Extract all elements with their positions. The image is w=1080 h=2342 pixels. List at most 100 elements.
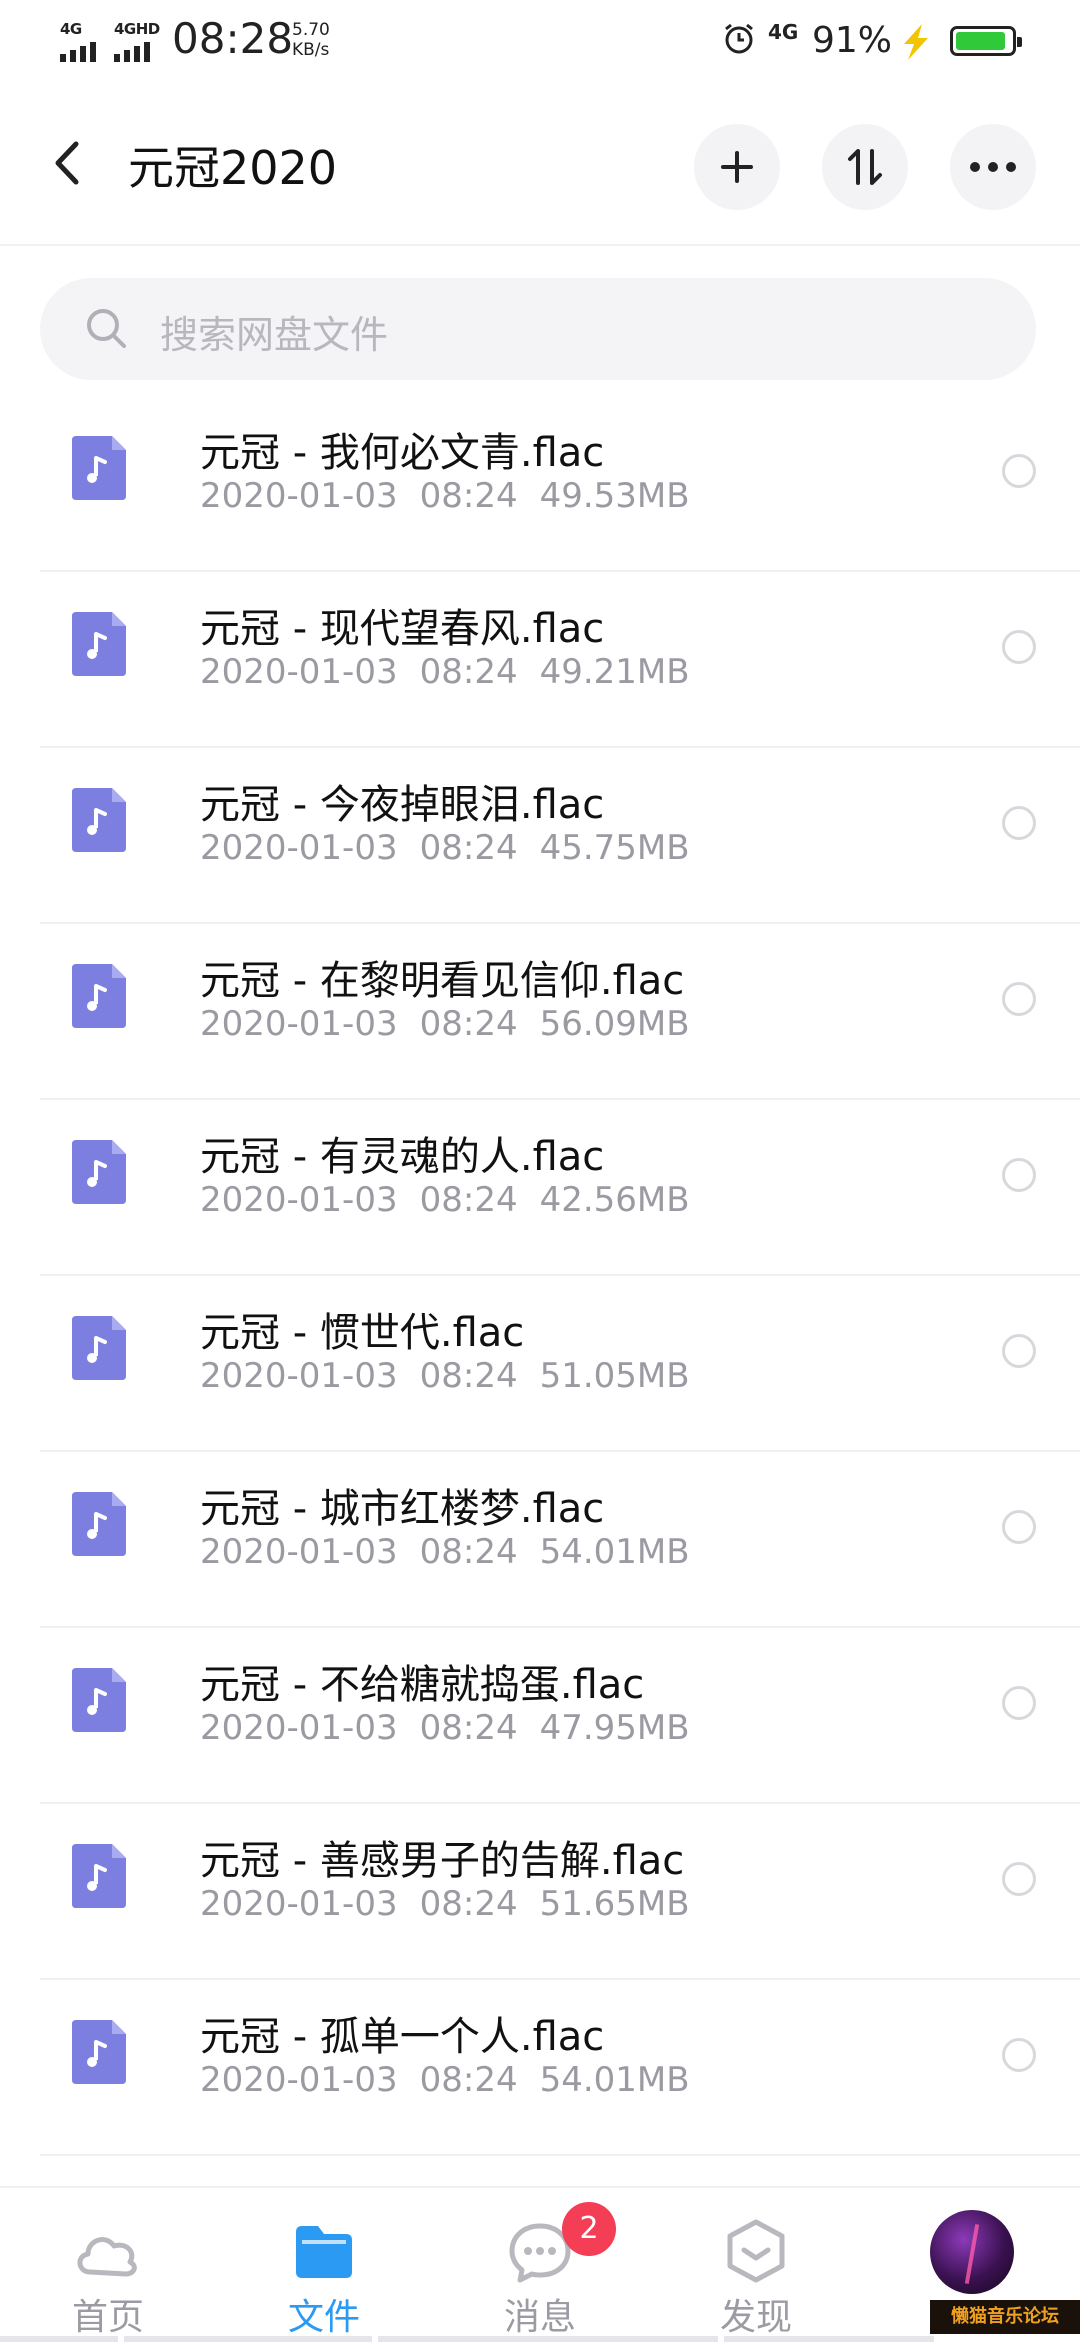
file-size: 49.53MB: [539, 476, 690, 516]
nav-files[interactable]: 文件: [254, 2188, 394, 2342]
sort-button[interactable]: [822, 124, 908, 210]
file-time: 08:24: [419, 1884, 518, 1924]
app-header: 元冠2020: [0, 84, 1080, 246]
file-time: 08:24: [419, 828, 518, 868]
select-checkbox[interactable]: [1002, 806, 1036, 840]
file-date: 2020-01-03: [200, 828, 398, 868]
more-button[interactable]: [950, 124, 1036, 210]
nav-messages-label: 消息: [503, 2297, 576, 2338]
cube-icon: [727, 2219, 785, 2283]
home-indicator: [0, 2336, 1080, 2342]
file-row[interactable]: 元冠 - 不给糖就捣蛋.flac 2020-01-03 08:24 47.95MB: [40, 1628, 1080, 1804]
file-date: 2020-01-03: [200, 476, 398, 516]
file-date: 2020-01-03: [200, 1180, 398, 1220]
file-size: 49.21MB: [539, 652, 690, 692]
select-checkbox[interactable]: [1002, 630, 1036, 664]
file-name: 元冠 - 我何必文青.flac: [200, 430, 605, 476]
file-name: 元冠 - 城市红楼梦.flac: [200, 1486, 605, 1532]
file-row[interactable]: 元冠 - 我何必文青.flac 2020-01-03 08:24 49.53MB: [40, 396, 1080, 572]
file-date: 2020-01-03: [200, 1532, 398, 1572]
file-meta: 2020-01-03 08:24 49.21MB: [200, 652, 712, 692]
plus-icon: [721, 151, 753, 183]
music-file-icon: [72, 436, 126, 500]
charging-icon: [904, 24, 928, 60]
music-file-icon: [72, 1844, 126, 1908]
add-button[interactable]: [694, 124, 780, 210]
music-file-icon: [72, 964, 126, 1028]
battery-fill: [956, 32, 1006, 50]
select-checkbox[interactable]: [1002, 1862, 1036, 1896]
music-file-icon: [72, 612, 126, 676]
nav-home[interactable]: 首页: [38, 2188, 178, 2342]
file-size: 47.95MB: [539, 1708, 690, 1748]
avatar[interactable]: [930, 2210, 1014, 2294]
select-checkbox[interactable]: [1002, 1510, 1036, 1544]
file-row[interactable]: 元冠 - 惯世代.flac 2020-01-03 08:24 51.05MB: [40, 1276, 1080, 1452]
file-time: 08:24: [419, 2060, 518, 2100]
file-name: 元冠 - 今夜掉眼泪.flac: [200, 782, 605, 828]
file-time: 08:24: [419, 476, 518, 516]
cloud-icon: [77, 2237, 137, 2277]
signal-1-label: 4G: [60, 20, 82, 38]
bottom-nav: 首页 文件 2 消息 发现 懒猫音乐论坛: [0, 2186, 1080, 2342]
signal-bars-icon: [60, 42, 96, 62]
network-type: 4G: [768, 20, 799, 44]
file-meta: 2020-01-03 08:24 54.01MB: [200, 2060, 712, 2100]
alarm-icon: [725, 23, 753, 54]
back-button[interactable]: [48, 138, 88, 188]
select-checkbox[interactable]: [1002, 454, 1036, 488]
file-meta: 2020-01-03 08:24 51.65MB: [200, 1884, 712, 1924]
file-date: 2020-01-03: [200, 1356, 398, 1396]
battery-percent: 91%: [812, 20, 893, 61]
file-row[interactable]: 元冠 - 有灵魂的人.flac 2020-01-03 08:24 42.56MB: [40, 1100, 1080, 1276]
music-file-icon: [72, 788, 126, 852]
search-icon: [87, 309, 126, 348]
file-size: 51.65MB: [539, 1884, 690, 1924]
music-file-icon: [72, 1140, 126, 1204]
file-date: 2020-01-03: [200, 1004, 398, 1044]
file-row[interactable]: 元冠 - 孤单一个人.flac 2020-01-03 08:24 54.01MB: [40, 1980, 1080, 2156]
file-row[interactable]: 元冠 - 善感男子的告解.flac 2020-01-03 08:24 51.65MB: [40, 1804, 1080, 1980]
file-meta: 2020-01-03 08:24 42.56MB: [200, 1180, 712, 1220]
file-size: 51.05MB: [539, 1356, 690, 1396]
signal-bars-icon: [114, 42, 150, 62]
nav-messages[interactable]: 2 消息: [470, 2188, 616, 2342]
file-name: 元冠 - 惯世代.flac: [200, 1310, 525, 1356]
nav-discover[interactable]: 发现: [686, 2188, 826, 2342]
select-checkbox[interactable]: [1002, 982, 1036, 1016]
select-checkbox[interactable]: [1002, 1334, 1036, 1368]
file-meta: 2020-01-03 08:24 54.01MB: [200, 1532, 712, 1572]
clock: 08:28: [172, 14, 294, 63]
file-meta: 2020-01-03 08:24 51.05MB: [200, 1356, 712, 1396]
file-row[interactable]: 元冠 - 在黎明看见信仰.flac 2020-01-03 08:24 56.09MB: [40, 924, 1080, 1100]
file-row[interactable]: 元冠 - 今夜掉眼泪.flac 2020-01-03 08:24 45.75MB: [40, 748, 1080, 924]
file-time: 08:24: [419, 1708, 518, 1748]
select-checkbox[interactable]: [1002, 1158, 1036, 1192]
status-bar: 4G 4GHD 08:28 5.70 KB/s 4G 91%: [0, 0, 1080, 84]
nav-home-label: 首页: [71, 2297, 144, 2338]
music-file-icon: [72, 1316, 126, 1380]
file-row[interactable]: 元冠 - 现代望春风.flac 2020-01-03 08:24 49.21MB: [40, 572, 1080, 748]
music-file-icon: [72, 1668, 126, 1732]
search-input[interactable]: 搜索网盘文件: [40, 278, 1036, 380]
file-meta: 2020-01-03 08:24 45.75MB: [200, 828, 712, 868]
file-name: 元冠 - 有灵魂的人.flac: [200, 1134, 605, 1180]
file-name: 元冠 - 在黎明看见信仰.flac: [200, 958, 685, 1004]
nav-discover-label: 发现: [719, 2297, 792, 2338]
file-row[interactable]: 元冠 - 城市红楼梦.flac 2020-01-03 08:24 54.01MB: [40, 1452, 1080, 1628]
file-name: 元冠 - 现代望春风.flac: [200, 606, 605, 652]
file-size: 45.75MB: [539, 828, 690, 868]
search-placeholder: 搜索网盘文件: [160, 313, 389, 357]
messages-badge: 2: [562, 2202, 616, 2256]
music-file-icon: [72, 2020, 126, 2084]
speed-unit: KB/s: [292, 40, 330, 60]
file-time: 08:24: [419, 652, 518, 692]
file-time: 08:24: [419, 1532, 518, 1572]
select-checkbox[interactable]: [1002, 2038, 1036, 2072]
page-title: 元冠2020: [128, 141, 338, 195]
select-checkbox[interactable]: [1002, 1686, 1036, 1720]
file-meta: 2020-01-03 08:24 49.53MB: [200, 476, 712, 516]
file-time: 08:24: [419, 1356, 518, 1396]
nav-files-label: 文件: [287, 2297, 360, 2338]
watermark: 懒猫音乐论坛: [930, 2300, 1080, 2334]
